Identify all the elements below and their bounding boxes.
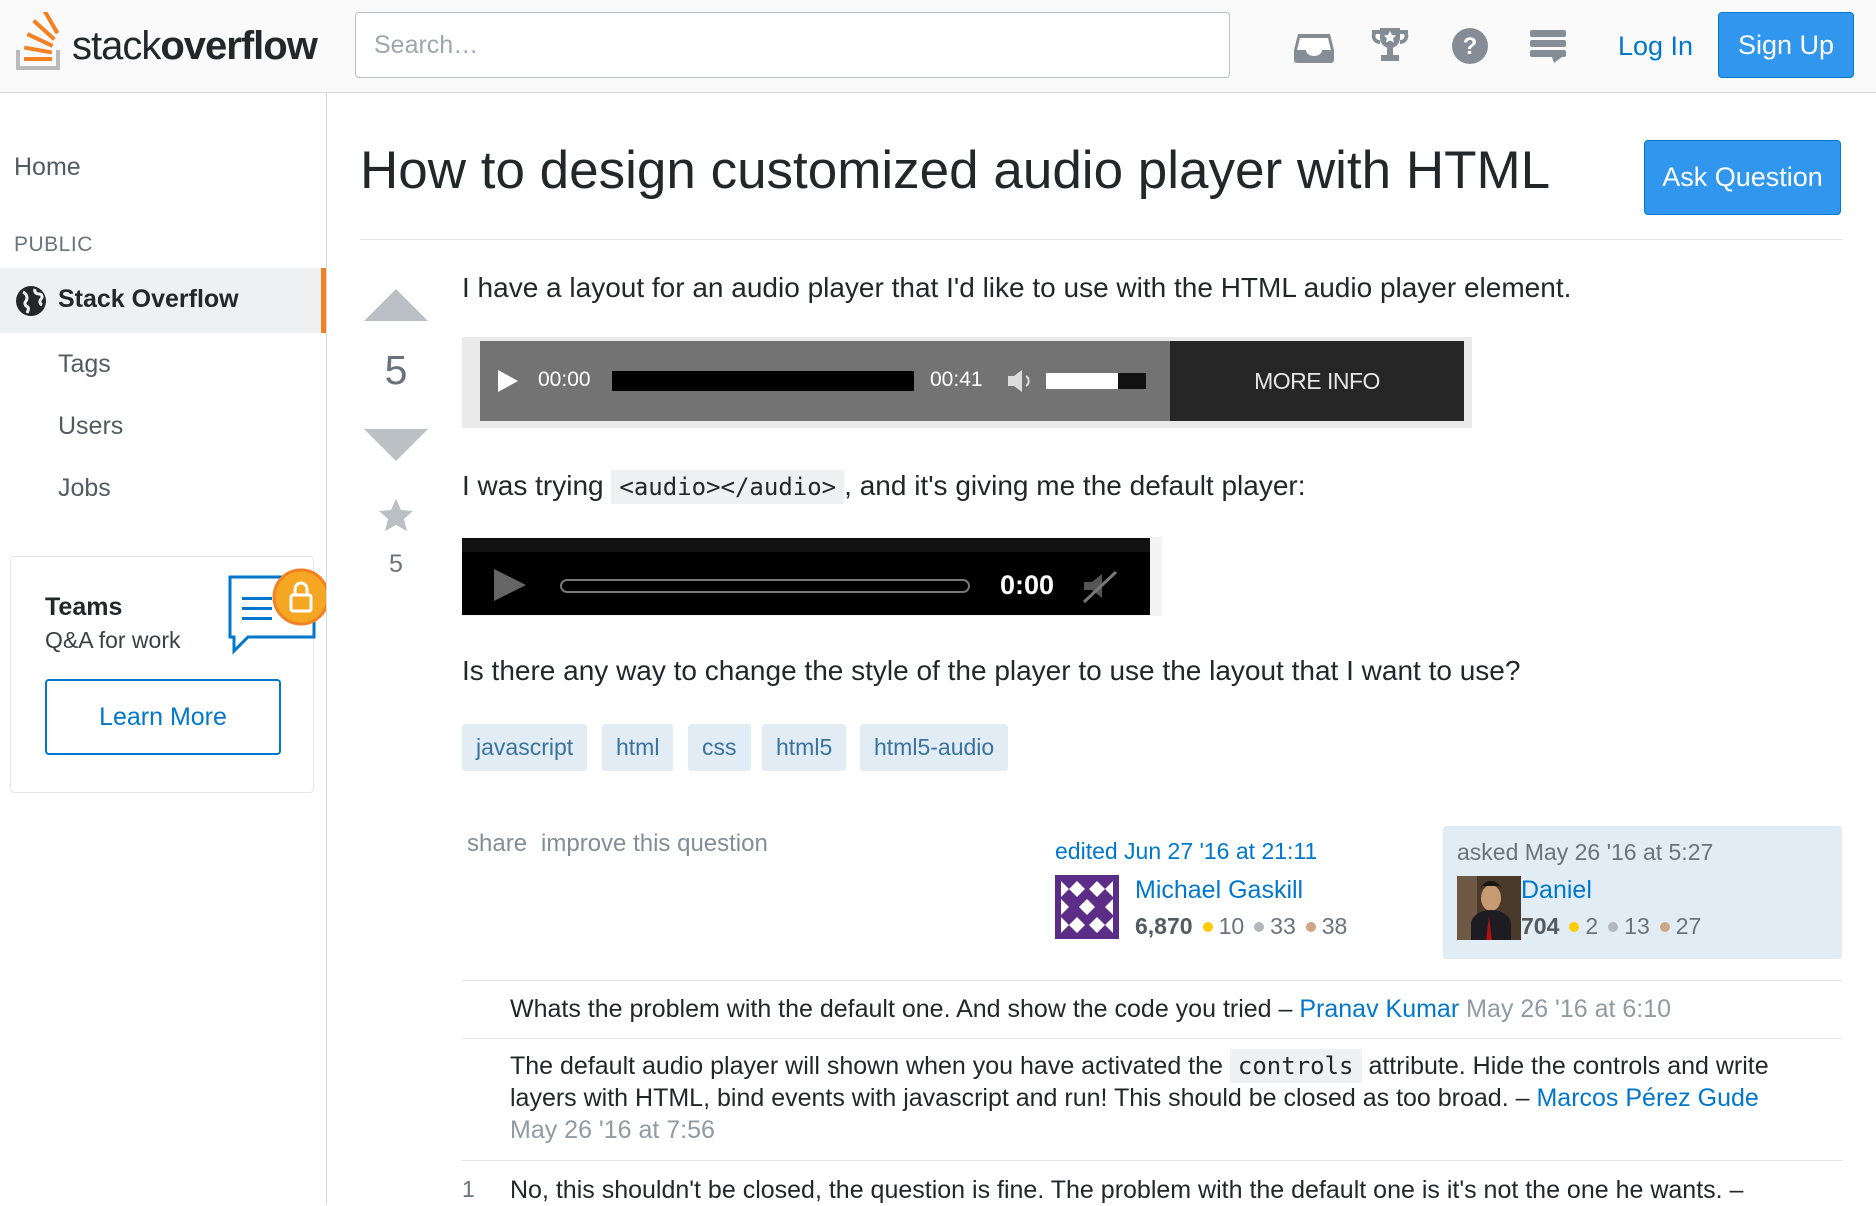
site-switcher-icon[interactable] [1524,22,1572,70]
inbox-icon[interactable] [1290,22,1338,70]
left-sidebar: Home PUBLIC Stack Overflow Tags Users Jo… [0,93,327,1204]
learn-more-button[interactable]: Learn More [45,679,281,755]
svg-text:?: ? [1463,33,1478,60]
favorite-star-icon[interactable] [377,497,415,535]
comment-divider [462,980,1842,981]
play-icon [494,569,526,601]
silver-badge-icon [1254,921,1265,932]
sidebar-item-home[interactable]: Home [14,153,81,182]
custom-player-image: 00:00 00:41 MORE INFO [462,337,1472,428]
default-player-time: 0:00 [1000,570,1055,600]
comment-3: No, this shouldn't be closed, the questi… [510,1176,1744,1204]
default-player-seek [560,579,970,593]
sidebar-item-jobs[interactable]: Jobs [58,474,111,503]
comment-author-link[interactable]: Pranav Kumar [1299,995,1459,1023]
vote-count: 5 [384,347,408,393]
gold-badge-icon [1202,921,1213,932]
silver-badge-icon [1608,921,1619,932]
asker-reputation: 704 2 13 27 [1521,913,1702,939]
comment-1: Whats the problem with the default one. … [510,995,1672,1023]
asker-username[interactable]: Daniel [1521,876,1592,905]
comment-2: The default audio player will shown when… [510,1049,1840,1146]
title-divider [360,239,1842,240]
player1-progress-track [612,371,914,391]
comment-timestamp[interactable]: May 26 '16 at 7:56 [510,1116,715,1144]
globe-icon [16,286,46,316]
editor-reputation: 6,870 10 33 38 [1135,913,1348,939]
asked-timestamp: asked May 26 '16 at 5:27 [1457,839,1714,865]
teams-title: Teams [45,593,123,621]
bronze-badge-icon [1659,921,1670,932]
sidebar-item-stack-overflow[interactable]: Stack Overflow [0,268,326,333]
tag-css[interactable]: css [688,724,751,771]
favorite-count: 5 [389,550,403,578]
player1-time-end: 00:41 [930,368,983,391]
inline-code-controls: controls [1229,1049,1362,1083]
volume-icon [1008,370,1030,392]
gold-badge-icon [1569,921,1580,932]
search-input[interactable] [355,12,1230,78]
mute-icon [1082,570,1118,604]
tag-html[interactable]: html [602,724,674,771]
comment-score: 1 [462,1176,475,1202]
trophy-icon[interactable] [1366,22,1414,70]
play-icon [498,370,518,392]
more-info-panel: MORE INFO [1170,341,1464,421]
comment-divider [462,1160,1842,1161]
tag-html5[interactable]: html5 [762,724,847,771]
tag-html5-audio[interactable]: html5-audio [860,724,1009,771]
teams-subtitle: Q&A for work [45,627,181,653]
player1-controls-bar: 00:00 00:41 [480,341,1170,421]
top-bar: stackoverflow ? Log In Sign Up [0,0,1876,93]
log-in-button[interactable]: Log In [1604,22,1707,70]
comment-timestamp[interactable]: May 26 '16 at 6:10 [1466,995,1671,1023]
upvote-arrow-icon[interactable] [362,285,430,325]
comment-divider [462,1038,1842,1039]
sign-up-button[interactable]: Sign Up [1718,12,1854,78]
sidebar-item-label: Stack Overflow [58,285,239,313]
teams-promo: Teams Q&A for work Learn More [10,556,326,793]
downvote-arrow-icon[interactable] [362,425,430,465]
inline-code-audio: <audio></audio> [611,470,845,504]
default-player-bar: 0:00 [462,538,1150,615]
edited-timestamp-link[interactable]: edited Jun 27 '16 at 21:11 [1055,838,1317,865]
player1-time-start: 00:00 [538,368,591,391]
sidebar-section-public: PUBLIC [14,233,93,256]
question-title[interactable]: How to design customized audio player wi… [360,140,1550,201]
more-info-label: MORE INFO [1254,368,1380,394]
help-icon[interactable]: ? [1446,22,1494,70]
editor-username[interactable]: Michael Gaskill [1135,876,1303,905]
sidebar-item-users[interactable]: Users [58,412,123,441]
bronze-badge-icon [1305,921,1316,932]
post-menu: share improve this question [467,830,768,858]
share-link[interactable]: share [467,830,527,857]
question-paragraph-2: I was trying <audio></audio>, and it's g… [462,470,1306,504]
stack-logo-icon [16,12,60,70]
comment-author-link[interactable]: Marcos Pérez Gude [1536,1084,1758,1112]
question-paragraph-3: Is there any way to change the style of … [462,655,1521,686]
sidebar-item-tags[interactable]: Tags [58,350,111,379]
tag-javascript[interactable]: javascript [462,724,588,771]
player1-volume-fill [1046,373,1118,389]
asker-avatar[interactable] [1457,876,1521,940]
logo-text: stackoverflow [72,24,318,68]
asker-card: asked May 26 '16 at 5:27 Daniel 704 2 13 27 [1443,826,1842,959]
question-paragraph-1: I have a layout for an audio player that… [462,272,1572,303]
ask-question-button[interactable]: Ask Question [1644,140,1841,215]
stack-overflow-logo[interactable]: stackoverflow [14,12,318,74]
teams-chat-lock-icon [228,568,326,655]
editor-avatar[interactable] [1055,875,1119,939]
default-player-image: 0:00 [462,537,1162,616]
improve-question-link[interactable]: improve this question [541,830,768,857]
